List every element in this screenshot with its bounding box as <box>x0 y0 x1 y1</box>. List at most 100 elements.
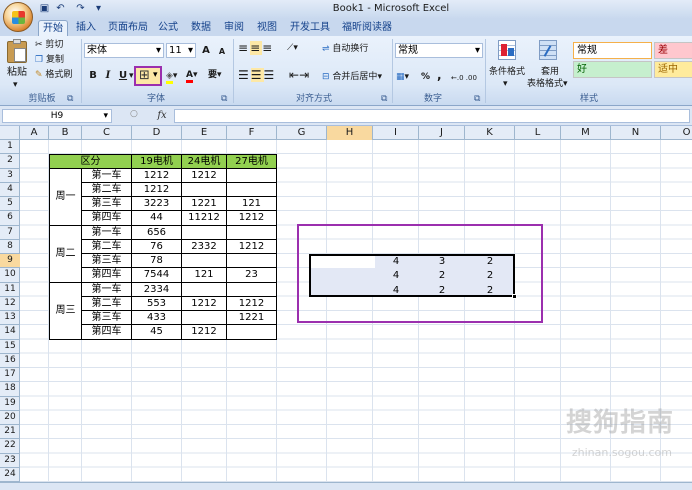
table-cell[interactable]: 23 <box>227 268 277 283</box>
table-cell[interactable]: 1212 <box>182 168 227 183</box>
column-header-d[interactable]: D <box>132 126 182 140</box>
table-header-category[interactable]: 区分 <box>49 154 132 169</box>
table-cell[interactable] <box>227 325 277 340</box>
row-header-17[interactable]: 17 <box>0 368 20 383</box>
underline-dropdown-icon[interactable]: ▾ <box>129 70 134 82</box>
table-cell[interactable]: 121 <box>227 197 277 212</box>
table-cell[interactable]: 第一车 <box>82 225 132 240</box>
font-size-select[interactable]: 11 ▾ <box>166 43 196 58</box>
shrink-font-button[interactable]: A <box>215 45 229 59</box>
table-group-label[interactable]: 周三 <box>49 282 82 340</box>
table-cell[interactable]: 第二车 <box>82 239 132 254</box>
orientation-button[interactable]: ⟋▾ <box>287 42 298 54</box>
format-as-table-button[interactable]: 套用 表格格式▾ <box>527 38 571 90</box>
table-cell[interactable] <box>182 311 227 326</box>
conditional-format-button[interactable]: 条件格式 ▾ <box>489 38 525 90</box>
paste-dropdown-icon[interactable]: ▾ <box>13 79 18 91</box>
row-header-9[interactable]: 9 <box>0 254 20 269</box>
alignment-launcher-icon[interactable]: ⧉ <box>381 93 387 105</box>
table-cell[interactable] <box>227 282 277 297</box>
font-launcher-icon[interactable]: ⧉ <box>221 93 227 105</box>
underline-button[interactable]: U <box>116 69 130 83</box>
font-name-select[interactable]: 宋体 ▾ <box>84 43 164 58</box>
formula-input[interactable] <box>174 109 690 123</box>
table-cell[interactable]: 1212 <box>227 296 277 311</box>
table-group-label[interactable]: 周二 <box>49 225 82 283</box>
table-cell[interactable]: 第一车 <box>82 168 132 183</box>
table-group-label[interactable]: 周一 <box>49 168 82 226</box>
tab-formulas[interactable]: 公式 <box>158 20 178 36</box>
table-cell[interactable] <box>182 254 227 269</box>
table-cell[interactable]: 1212 <box>132 182 182 197</box>
formula-bar-sizer-icon[interactable]: ○ <box>130 109 138 119</box>
number-format-select[interactable]: 常规 ▾ <box>395 43 483 58</box>
accounting-format-button[interactable]: ▦▾ <box>396 71 409 83</box>
column-header-o[interactable]: O <box>661 126 692 140</box>
clipboard-launcher-icon[interactable]: ⧉ <box>67 93 73 105</box>
wrap-text-button[interactable]: ⇌ 自动换行 <box>322 43 368 55</box>
column-header-b[interactable]: B <box>49 126 82 140</box>
tab-developer[interactable]: 开发工具 <box>290 20 330 36</box>
table-cell[interactable]: 121 <box>182 268 227 283</box>
row-header-21[interactable]: 21 <box>0 425 20 440</box>
row-header-14[interactable]: 14 <box>0 325 20 340</box>
office-button[interactable] <box>3 2 33 32</box>
row-header-8[interactable]: 8 <box>0 240 20 254</box>
select-all-corner[interactable] <box>0 126 20 140</box>
table-cell[interactable]: 第四车 <box>82 211 132 226</box>
column-header-n[interactable]: N <box>611 126 661 140</box>
name-box[interactable]: H9 ▾ <box>2 109 112 123</box>
fill-color-button[interactable]: ◈▾ <box>166 70 177 84</box>
row-header-16[interactable]: 16 <box>0 354 20 368</box>
row-header-24[interactable]: 24 <box>0 468 20 482</box>
bold-button[interactable]: B <box>86 69 100 83</box>
column-header-a[interactable]: A <box>20 126 49 140</box>
table-header-3[interactable]: 27电机 <box>227 154 277 169</box>
row-header-11[interactable]: 11 <box>0 283 20 297</box>
column-header-m[interactable]: M <box>561 126 611 140</box>
table-cell[interactable]: 2334 <box>132 282 182 297</box>
tab-view[interactable]: 视图 <box>257 20 277 36</box>
column-header-h[interactable]: H <box>327 126 373 140</box>
table-cell[interactable]: 第一车 <box>82 282 132 297</box>
table-cell[interactable]: 1221 <box>227 311 277 326</box>
style-bad[interactable]: 差 <box>654 42 692 59</box>
table-cell[interactable]: 11212 <box>182 211 227 226</box>
italic-button[interactable]: I <box>101 69 115 83</box>
table-cell[interactable]: 433 <box>132 311 182 326</box>
copy-button[interactable]: ❐ 复制 <box>35 54 64 66</box>
column-header-f[interactable]: F <box>227 126 277 140</box>
percent-button[interactable]: % <box>421 71 430 83</box>
table-cell[interactable] <box>227 225 277 240</box>
column-header-l[interactable]: L <box>515 126 561 140</box>
tab-home[interactable]: 开始 <box>38 20 68 36</box>
table-cell[interactable]: 45 <box>132 325 182 340</box>
style-neutral[interactable]: 适中 <box>654 61 692 78</box>
tab-insert[interactable]: 插入 <box>76 20 96 36</box>
table-cell[interactable]: 2332 <box>182 239 227 254</box>
row-header-19[interactable]: 19 <box>0 397 20 411</box>
row-header-12[interactable]: 12 <box>0 297 20 311</box>
format-painter-button[interactable]: ✎ 格式刷 <box>35 69 72 81</box>
tab-page-layout[interactable]: 页面布局 <box>108 20 148 36</box>
table-cell[interactable] <box>227 254 277 269</box>
table-cell[interactable]: 76 <box>132 239 182 254</box>
table-cell[interactable]: 第二车 <box>82 182 132 197</box>
row-header-7[interactable]: 7 <box>0 226 20 240</box>
row-header-1[interactable]: 1 <box>0 140 20 155</box>
insert-function-button[interactable]: fx <box>152 109 172 123</box>
table-cell[interactable]: 第四车 <box>82 268 132 283</box>
number-launcher-icon[interactable]: ⧉ <box>474 93 480 105</box>
table-cell[interactable]: 第二车 <box>82 296 132 311</box>
table-cell[interactable] <box>182 282 227 297</box>
row-header-5[interactable]: 5 <box>0 197 20 212</box>
table-cell[interactable] <box>182 182 227 197</box>
comma-button[interactable]: , <box>437 69 442 81</box>
table-cell[interactable]: 1212 <box>227 211 277 226</box>
table-cell[interactable]: 656 <box>132 225 182 240</box>
table-cell[interactable] <box>227 168 277 183</box>
horizontal-align-buttons[interactable]: ☰☰☰ <box>238 68 276 82</box>
table-header-2[interactable]: 24电机 <box>182 154 227 169</box>
column-header-e[interactable]: E <box>182 126 227 140</box>
table-cell[interactable]: 1212 <box>182 325 227 340</box>
